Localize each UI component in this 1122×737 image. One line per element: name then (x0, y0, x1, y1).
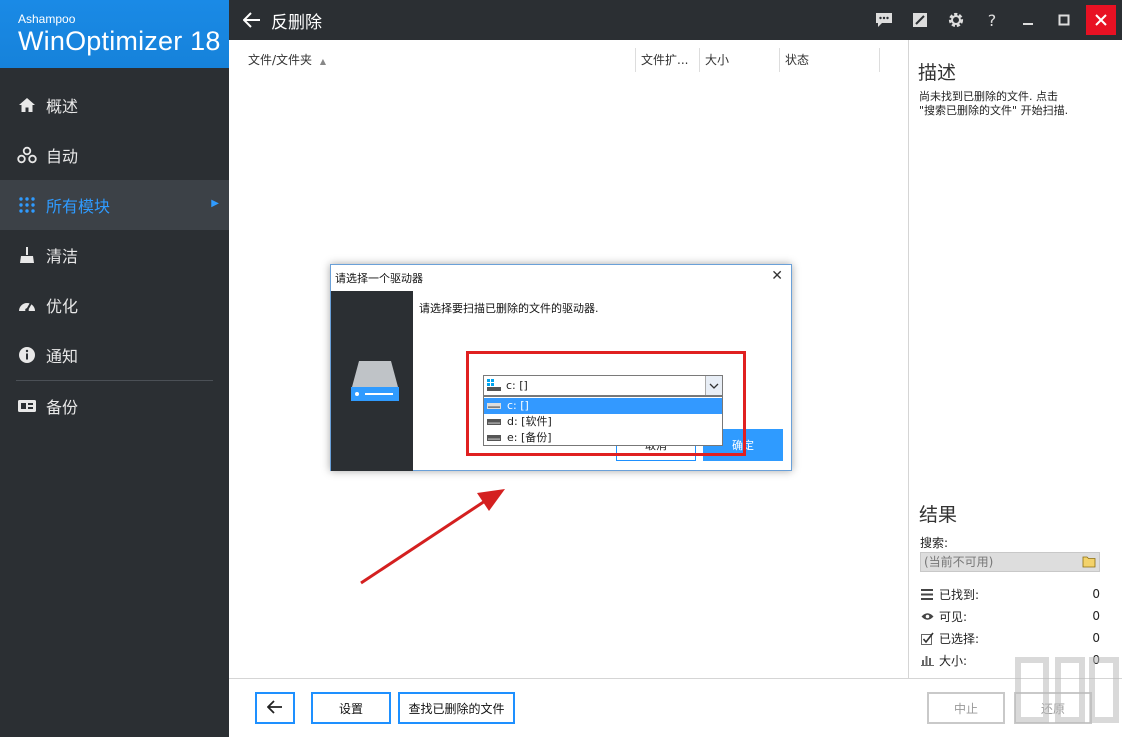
info-icon (16, 344, 38, 366)
result-value: 0 (1092, 609, 1100, 623)
back-button[interactable] (255, 692, 295, 724)
brand-small-text: Ashampoo (18, 12, 76, 26)
info-panel: 描述 尚未找到已删除的文件. 点击 "搜索已删除的文件" 开始扫描. 结果 搜索… (908, 40, 1122, 678)
sidebar-item-clean[interactable]: 清洁 (0, 230, 229, 280)
result-label: 已选择: (939, 631, 980, 646)
home-icon (16, 94, 38, 116)
window-tools: ? (866, 0, 1122, 40)
arrow-left-icon (266, 699, 283, 717)
settings-button[interactable]: 设置 (311, 692, 391, 724)
sidebar-item-label: 所有模块 (46, 197, 111, 216)
description-line: 尚未找到已删除的文件. 点击 (919, 90, 1058, 103)
sidebar-item-label: 通知 (46, 347, 79, 366)
description-text: 尚未找到已删除的文件. 点击 "搜索已删除的文件" 开始扫描. (919, 90, 1068, 118)
sidebar-item-backup[interactable]: 备份 (0, 381, 229, 431)
stop-button[interactable]: 中止 (927, 692, 1005, 724)
list-icon (920, 588, 934, 600)
eye-icon (920, 612, 934, 621)
sidebar-item-overview[interactable]: 概述 (0, 80, 229, 130)
sidebar-item-optimize[interactable]: 优化 (0, 280, 229, 330)
column-divider (879, 48, 880, 72)
bar-chart-icon (920, 654, 934, 666)
column-label: 文件扩... (641, 53, 689, 67)
result-row-visible: 可见: 0 (920, 606, 1100, 626)
file-list-header: 文件/文件夹 ▲ 文件扩... 大小 状态 (229, 48, 901, 72)
folder-icon[interactable] (1082, 555, 1096, 573)
back-arrow-icon[interactable] (243, 12, 265, 28)
grid-dots-icon (16, 194, 38, 216)
description-heading: 描述 (918, 62, 957, 84)
brand-name: WinOptimizer 18 (18, 26, 221, 56)
annotation-highlight-box (466, 351, 746, 456)
sidebar-item-label: 备份 (46, 398, 79, 417)
title-bar: 反删除 ? (229, 0, 1122, 40)
dialog-side-panel (331, 291, 413, 471)
dialog-title: 请选择一个驱动器 (335, 272, 423, 285)
maximize-icon[interactable] (1046, 0, 1082, 40)
result-label: 大小: (939, 653, 968, 668)
checkmark-icon (920, 632, 934, 645)
sort-ascending-icon: ▲ (319, 57, 327, 66)
automation-icon (16, 144, 38, 166)
sidebar-item-auto[interactable]: 自动 (0, 130, 229, 180)
column-label: 大小 (705, 53, 730, 67)
column-label: 文件/文件夹 (248, 53, 313, 67)
backup-icon (16, 395, 38, 417)
page-title: 反删除 (271, 12, 322, 33)
annotation-arrow (360, 489, 505, 585)
column-header-extension[interactable]: 文件扩... (635, 48, 699, 72)
dialog-prompt: 请选择要扫描已删除的文件的驱动器. (419, 302, 599, 315)
chat-icon[interactable] (866, 0, 902, 40)
note-icon[interactable] (902, 0, 938, 40)
chevron-right-icon: ▶ (211, 198, 219, 209)
watermark-logo (1015, 657, 1119, 723)
column-header-name[interactable]: 文件/文件夹 ▲ (243, 48, 633, 72)
find-deleted-files-button[interactable]: 查找已删除的文件 (398, 692, 515, 724)
description-line: "搜索已删除的文件" 开始扫描. (919, 104, 1069, 117)
sidebar-item-label: 概述 (46, 97, 79, 116)
search-input[interactable]: (当前不可用) (920, 552, 1100, 572)
column-label: 状态 (785, 53, 810, 67)
bottom-toolbar: 设置 查找已删除的文件 中止 还原 (229, 678, 1122, 737)
result-label: 已找到: (939, 587, 980, 602)
sidebar-item-label: 优化 (46, 297, 79, 316)
brand-logo: Ashampoo WinOptimizer 18 (0, 0, 229, 68)
sidebar-item-label: 自动 (46, 147, 79, 166)
hard-drive-icon (351, 361, 399, 410)
sidebar-item-notify[interactable]: 通知 (0, 330, 229, 380)
minimize-icon[interactable] (1010, 0, 1046, 40)
sidebar: Ashampoo WinOptimizer 18 概述 自动 所有模块 ▶ 清洁… (0, 0, 229, 737)
result-value: 0 (1092, 587, 1100, 601)
result-label: 可见: (939, 609, 968, 624)
close-icon[interactable] (1086, 5, 1116, 35)
help-icon[interactable]: ? (974, 0, 1010, 40)
sidebar-item-all-modules[interactable]: 所有模块 ▶ (0, 180, 229, 230)
result-row-found: 已找到: 0 (920, 584, 1100, 604)
gear-icon[interactable] (938, 0, 974, 40)
results-heading: 结果 (919, 504, 958, 526)
column-header-status[interactable]: 状态 (779, 48, 879, 72)
search-label: 搜索: (920, 536, 949, 550)
speedometer-icon (16, 294, 38, 316)
dialog-close-icon[interactable]: ✕ (771, 268, 783, 284)
broom-icon (16, 244, 38, 266)
sidebar-item-label: 清洁 (46, 247, 79, 266)
search-placeholder: (当前不可用) (924, 555, 994, 569)
column-header-size[interactable]: 大小 (699, 48, 779, 72)
